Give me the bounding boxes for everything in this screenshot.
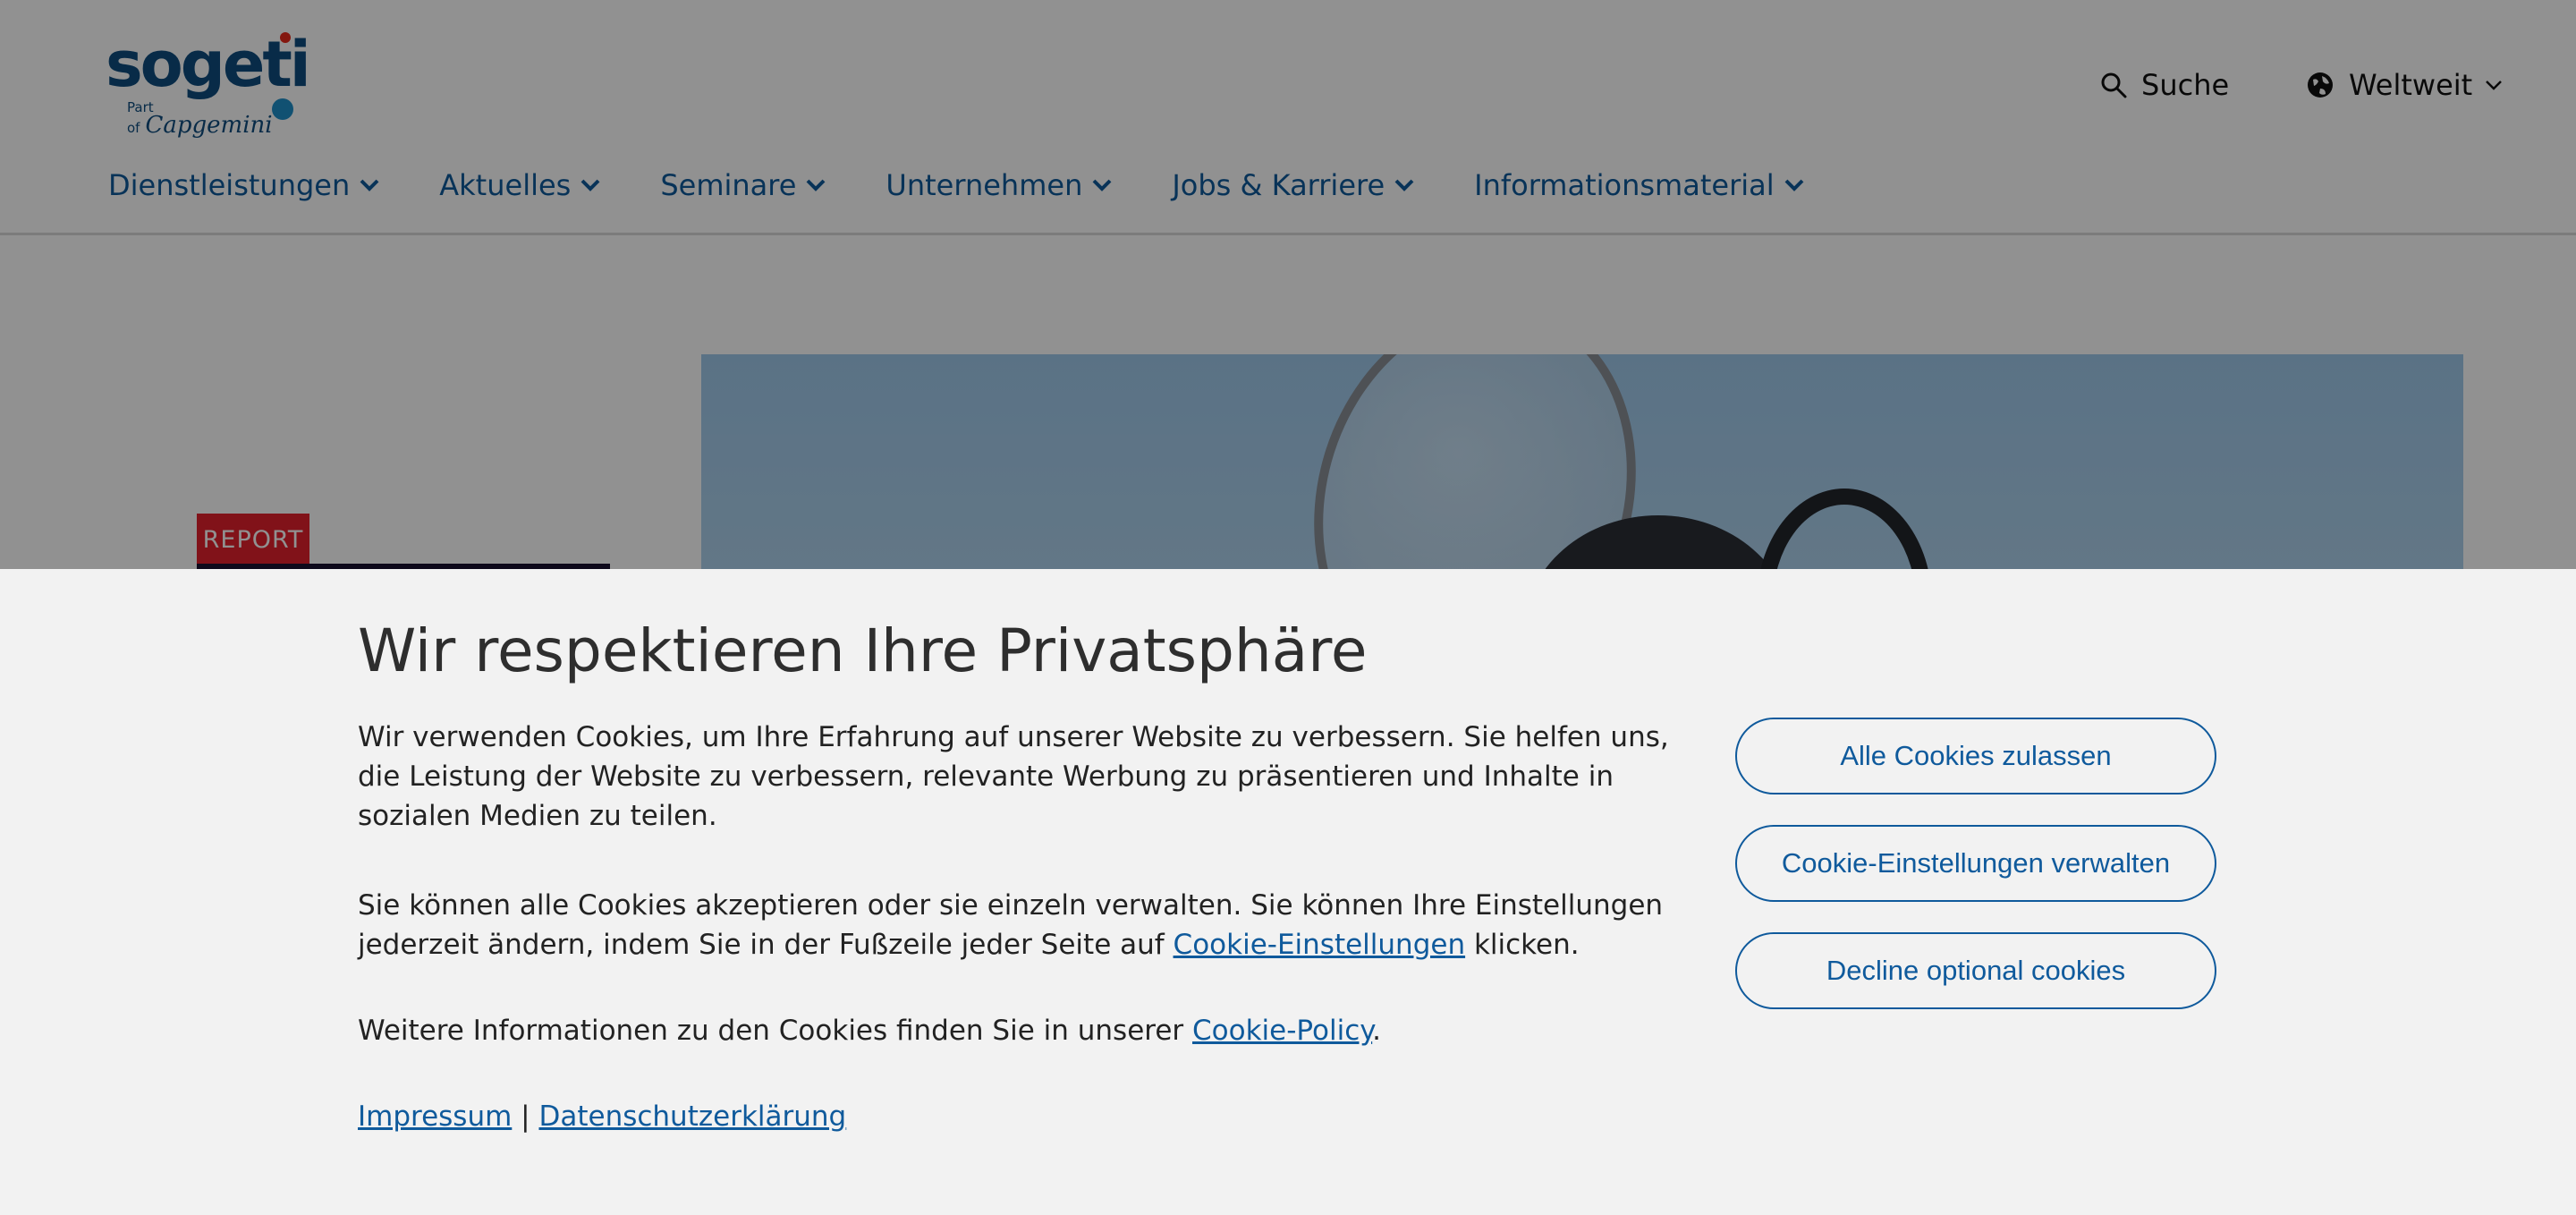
privacy-policy-link[interactable]: Datenschutzerklärung <box>538 1100 846 1133</box>
decline-cookies-button[interactable]: Decline optional cookies <box>1735 932 2216 1009</box>
cookie-policy-text-start: Weitere Informationen zu den Cookies fin… <box>358 1015 1193 1047</box>
cookie-policy-link[interactable]: Cookie-Policy <box>1192 1015 1372 1047</box>
cookie-manage-text-end: klicken. <box>1465 929 1580 961</box>
cookie-policy-text-end: . <box>1372 1015 1382 1047</box>
impressum-link[interactable]: Impressum <box>358 1100 512 1133</box>
cookie-manage-text: Sie können alle Cookies akzeptieren oder… <box>358 886 1708 964</box>
legal-links: Impressum | Datenschutzerklärung <box>358 1097 1708 1136</box>
cookie-policy-text: Weitere Informationen zu den Cookies fin… <box>358 1011 1708 1050</box>
legal-separator: | <box>512 1100 539 1133</box>
manage-cookies-button[interactable]: Cookie-Einstellungen verwalten <box>1735 825 2216 902</box>
accept-all-cookies-button[interactable]: Alle Cookies zulassen <box>1735 718 2216 794</box>
cookie-intro-text: Wir verwenden Cookies, um Ihre Erfahrung… <box>358 721 1669 832</box>
cookie-settings-link[interactable]: Cookie-Einstellungen <box>1174 929 1466 961</box>
cookie-banner: Wir respektieren Ihre Privatsphäre Wir v… <box>0 569 2576 1215</box>
cookie-banner-title: Wir respektieren Ihre Privatsphäre <box>358 616 1368 685</box>
